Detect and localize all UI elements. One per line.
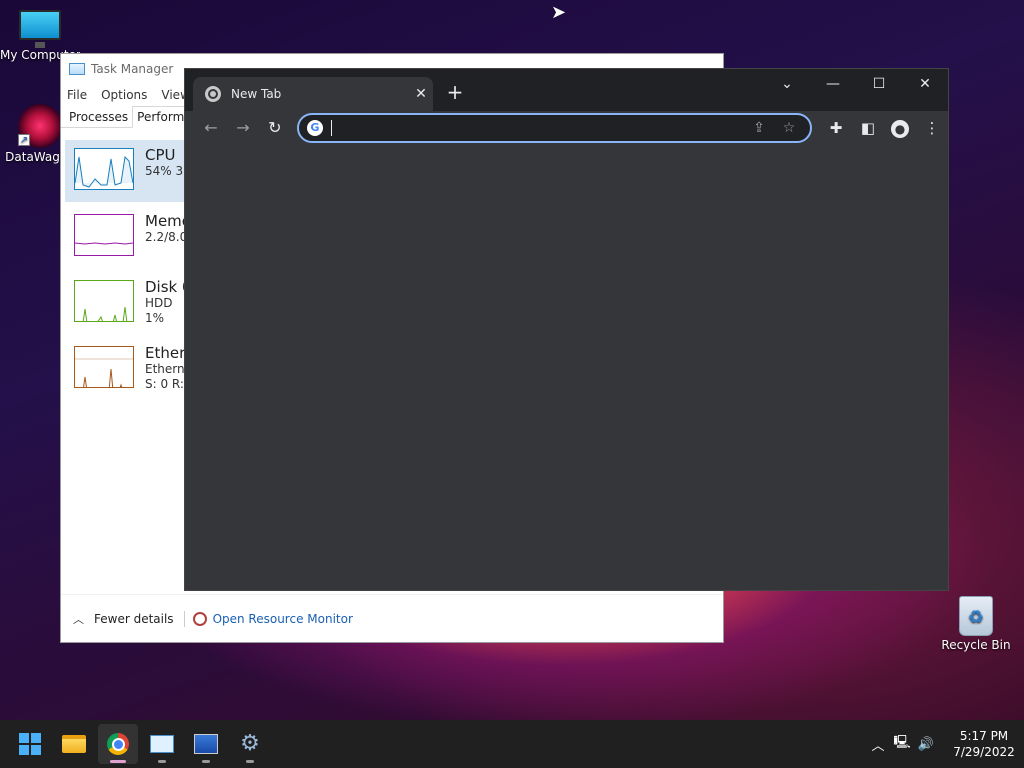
clock-time: 5:17 PM <box>959 729 1009 743</box>
task-manager-footer: ︿ Fewer details Open Resource Monitor <box>61 594 723 642</box>
desktop-icon-recycle-bin[interactable]: ♻ Recycle Bin <box>936 596 1016 652</box>
clock[interactable]: 5:17 PM 7/29/2022 <box>944 728 1024 760</box>
taskbar-file-explorer[interactable] <box>54 724 94 764</box>
divider <box>183 610 185 627</box>
side-panel-icon[interactable]: ◧ <box>852 114 884 142</box>
share-icon[interactable]: ⇪ <box>744 120 774 136</box>
start-icon <box>19 733 41 755</box>
close-tab-icon[interactable]: ✕ <box>409 86 433 102</box>
taskbar-apps: ⚙ <box>10 724 270 764</box>
chrome-window[interactable]: New Tab ✕ + ⌄ — ☐ ✕ ← → ↻ G ⇪ ☆ ✚ ◧ ● ⋮ <box>184 68 949 591</box>
task-manager-icon <box>69 63 85 75</box>
settings-icon: ⚙ <box>240 731 260 756</box>
window-controls: ⌄ — ☐ ✕ <box>764 69 948 99</box>
running-indicator <box>202 760 210 763</box>
ethernet-graph <box>74 346 134 388</box>
desktop-icon-label: Recycle Bin <box>941 638 1011 652</box>
remote-desktop-icon <box>194 734 218 754</box>
chrome-toolbar: ← → ↻ G ⇪ ☆ ✚ ◧ ● ⋮ <box>185 111 948 145</box>
system-tray: ︿ 🖳 🔊 5:17 PM 7/29/2022 <box>866 720 1024 768</box>
taskbar-task-manager[interactable] <box>142 724 182 764</box>
start-button[interactable] <box>10 724 50 764</box>
maximize-button[interactable]: ☐ <box>856 69 902 99</box>
taskbar-chrome[interactable] <box>98 724 138 764</box>
cpu-graph <box>74 148 134 190</box>
menu-kebab-icon[interactable]: ⋮ <box>916 114 948 142</box>
page-content <box>185 145 948 591</box>
running-indicator <box>158 760 166 763</box>
fewer-details-button[interactable]: Fewer details <box>94 612 174 626</box>
resource-monitor-icon <box>192 611 207 626</box>
open-resource-monitor-link[interactable]: Open Resource Monitor <box>213 612 353 626</box>
file-explorer-icon <box>62 735 86 753</box>
tab-processes[interactable]: Processes <box>65 107 132 127</box>
monitor-icon <box>19 10 61 48</box>
tab-title: New Tab <box>231 87 282 101</box>
chevron-up-icon[interactable]: ︿ <box>866 735 890 754</box>
extensions-puzzle-icon[interactable]: ✚ <box>820 114 852 142</box>
window-title: Task Manager <box>91 62 174 76</box>
shortcut-arrow-icon: ↗ <box>18 134 30 146</box>
datawagon-icon: ↗ <box>18 104 62 148</box>
recycle-bin-icon: ♻ <box>959 596 993 636</box>
profile-icon[interactable]: ● <box>884 114 916 142</box>
address-input[interactable] <box>330 120 745 136</box>
menu-options[interactable]: Options <box>101 88 147 102</box>
chevron-up-icon[interactable]: ︿ <box>73 611 84 627</box>
running-indicator <box>110 760 126 763</box>
tab-search-icon[interactable]: ⌄ <box>764 69 810 99</box>
task-manager-icon <box>150 735 174 753</box>
new-tab-button[interactable]: + <box>443 81 467 105</box>
taskbar: ⚙ ︿ 🖳 🔊 5:17 PM 7/29/2022 <box>0 720 1024 768</box>
running-indicator <box>246 760 254 763</box>
close-window-button[interactable]: ✕ <box>902 69 948 99</box>
taskbar-remote-desktop[interactable] <box>186 724 226 764</box>
tab-new-tab[interactable]: New Tab ✕ <box>193 77 433 111</box>
forward-arrow-icon[interactable]: → <box>227 114 259 142</box>
network-icon[interactable]: 🖳 <box>890 733 914 755</box>
mouse-cursor-icon: ➤ <box>551 2 567 23</box>
disk-graph <box>74 280 134 322</box>
clock-date: 7/29/2022 <box>953 745 1015 759</box>
chrome-icon <box>107 733 129 755</box>
minimize-button[interactable]: — <box>810 69 856 99</box>
toolbar-actions: ✚ ◧ ● ⋮ <box>820 114 948 142</box>
chrome-titlebar[interactable]: New Tab ✕ + ⌄ — ☐ ✕ <box>185 69 948 111</box>
volume-icon[interactable]: 🔊 <box>914 737 938 752</box>
google-icon: G <box>306 120 323 136</box>
reload-icon[interactable]: ↻ <box>259 114 291 142</box>
chrome-favicon-icon <box>205 86 221 102</box>
menu-file[interactable]: File <box>67 88 87 102</box>
address-bar[interactable]: G ⇪ ☆ <box>296 113 813 143</box>
memory-graph <box>74 214 134 256</box>
bookmark-star-icon[interactable]: ☆ <box>774 120 804 136</box>
taskbar-settings[interactable]: ⚙ <box>230 724 270 764</box>
back-arrow-icon[interactable]: ← <box>195 114 227 142</box>
